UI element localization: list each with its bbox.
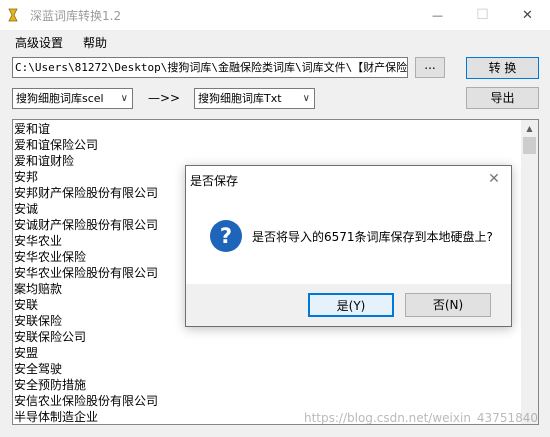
target-format-value: 搜狗细胞词库Txt bbox=[198, 92, 282, 105]
list-item[interactable]: 安邦财产保险股份有限公司 bbox=[14, 185, 158, 201]
close-icon: ✕ bbox=[522, 7, 533, 23]
list-item[interactable]: 安邦 bbox=[14, 169, 158, 185]
menu-help[interactable]: 帮助 bbox=[83, 34, 107, 51]
list-item[interactable]: 安全预防措施 bbox=[14, 377, 158, 393]
list-item[interactable]: 安联保险 bbox=[14, 313, 158, 329]
title-bar: 深蓝词库转换1.2 — ☐ ✕ bbox=[0, 0, 550, 30]
list-item[interactable]: 安华农业保险 bbox=[14, 249, 158, 265]
chevron-down-icon: ∨ bbox=[120, 93, 128, 104]
word-items: 爱和谊 爱和谊保险公司 爱和谊财险 安邦 安邦财产保险股份有限公司 安诚 安诚财产保险股份有… bbox=[14, 121, 158, 424]
minimize-button[interactable]: — bbox=[415, 0, 460, 30]
target-format-select[interactable]: 搜狗细胞词库Txt ∨ bbox=[194, 88, 315, 109]
vertical-scrollbar[interactable]: ▲ bbox=[521, 120, 538, 424]
list-item[interactable]: 爱和谊财险 bbox=[14, 153, 158, 169]
scroll-up-icon[interactable]: ▲ bbox=[521, 120, 538, 137]
maximize-icon: ☐ bbox=[476, 7, 489, 23]
list-item[interactable]: 半导体制造企业 bbox=[14, 409, 158, 424]
list-item[interactable]: 安联保险公司 bbox=[14, 329, 158, 345]
file-path-input[interactable]: C:\Users\81272\Desktop\搜狗词库\金融保险类词库\词库文件… bbox=[12, 57, 408, 78]
dialog-title: 是否保存 bbox=[190, 174, 239, 188]
list-item[interactable]: 安华农业保险股份有限公司 bbox=[14, 265, 158, 281]
browse-button[interactable]: ... bbox=[415, 57, 445, 78]
scroll-thumb[interactable] bbox=[523, 137, 536, 154]
app-icon bbox=[7, 8, 19, 22]
convert-button[interactable]: 转 换 bbox=[466, 57, 539, 79]
conversion-arrow-label: —>> bbox=[148, 91, 181, 105]
export-button[interactable]: 导出 bbox=[466, 87, 539, 109]
dialog-body: ? 是否将导入的6571条词库保存到本地硬盘上? bbox=[186, 196, 511, 284]
source-format-select[interactable]: 搜狗细胞词库scel ∨ bbox=[12, 88, 133, 109]
maximize-button[interactable]: ☐ bbox=[460, 0, 505, 30]
list-item[interactable]: 安全驾驶 bbox=[14, 361, 158, 377]
watermark-text: https://blog.csdn.net/weixin_43751840 bbox=[303, 411, 538, 425]
close-window-button[interactable]: ✕ bbox=[505, 0, 550, 30]
list-item[interactable]: 爱和谊 bbox=[14, 121, 158, 137]
dialog-message: 是否将导入的6571条词库保存到本地硬盘上? bbox=[252, 230, 493, 244]
minimize-icon: — bbox=[432, 8, 443, 22]
source-format-value: 搜狗细胞词库scel bbox=[16, 92, 104, 105]
dialog-footer: 是(Y) 否(N) bbox=[186, 284, 511, 326]
chevron-down-icon: ∨ bbox=[302, 93, 310, 104]
list-item[interactable]: 安华农业 bbox=[14, 233, 158, 249]
list-item[interactable]: 安信农业保险股份有限公司 bbox=[14, 393, 158, 409]
dialog-close-icon[interactable]: ✕ bbox=[485, 170, 503, 188]
window-title: 深蓝词库转换1.2 bbox=[30, 9, 122, 23]
menu-bar: 高级设置 帮助 bbox=[0, 30, 550, 54]
save-dialog: 是否保存 ✕ ? 是否将导入的6571条词库保存到本地硬盘上? 是(Y) 否(N… bbox=[185, 165, 512, 327]
list-item[interactable]: 爱和谊保险公司 bbox=[14, 137, 158, 153]
list-item[interactable]: 安诚 bbox=[14, 201, 158, 217]
no-button[interactable]: 否(N) bbox=[405, 293, 491, 317]
list-item[interactable]: 安盟 bbox=[14, 345, 158, 361]
menu-advanced-settings[interactable]: 高级设置 bbox=[15, 34, 63, 51]
list-item[interactable]: 安诚财产保险股份有限公司 bbox=[14, 217, 158, 233]
list-item[interactable]: 安联 bbox=[14, 297, 158, 313]
yes-button[interactable]: 是(Y) bbox=[308, 293, 394, 317]
list-item[interactable]: 案均赔款 bbox=[14, 281, 158, 297]
question-icon: ? bbox=[210, 220, 242, 252]
